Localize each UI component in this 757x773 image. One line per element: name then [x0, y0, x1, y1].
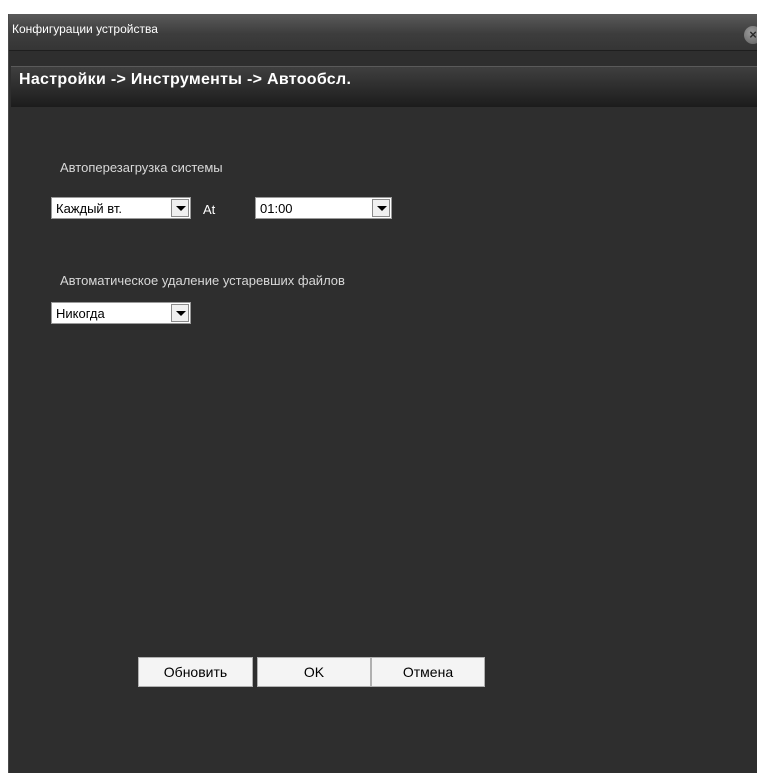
- window-title: Конфигурации устройства: [12, 22, 158, 36]
- reboot-day-value: Каждый вт.: [56, 201, 123, 216]
- chevron-down-icon[interactable]: [171, 199, 189, 217]
- reboot-day-select[interactable]: Каждый вт.: [51, 197, 191, 219]
- auto-reboot-label: Автоперезагрузка системы: [60, 160, 223, 175]
- chevron-down-icon[interactable]: [372, 199, 390, 217]
- breadcrumb: Настройки -> Инструменты -> Автообсл.: [19, 71, 352, 88]
- title-bar: Конфигурации устройства ×: [9, 14, 757, 51]
- reboot-time-value: 01:00: [260, 201, 293, 216]
- chevron-down-icon[interactable]: [171, 304, 189, 322]
- close-icon[interactable]: ×: [744, 26, 757, 44]
- device-config-window: Конфигурации устройства × Настройки -> И…: [8, 14, 757, 773]
- auto-delete-select[interactable]: Никогда: [51, 302, 191, 324]
- breadcrumb-bar: Настройки -> Инструменты -> Автообсл.: [11, 66, 757, 107]
- auto-delete-label: Автоматическое удаление устаревших файло…: [60, 273, 345, 288]
- at-label: At: [203, 202, 216, 217]
- auto-delete-value: Никогда: [56, 306, 105, 321]
- cancel-button[interactable]: Отмена: [371, 657, 485, 687]
- refresh-button[interactable]: Обновить: [138, 657, 253, 687]
- ok-button[interactable]: OK: [257, 657, 371, 687]
- reboot-time-select[interactable]: 01:00: [255, 197, 392, 219]
